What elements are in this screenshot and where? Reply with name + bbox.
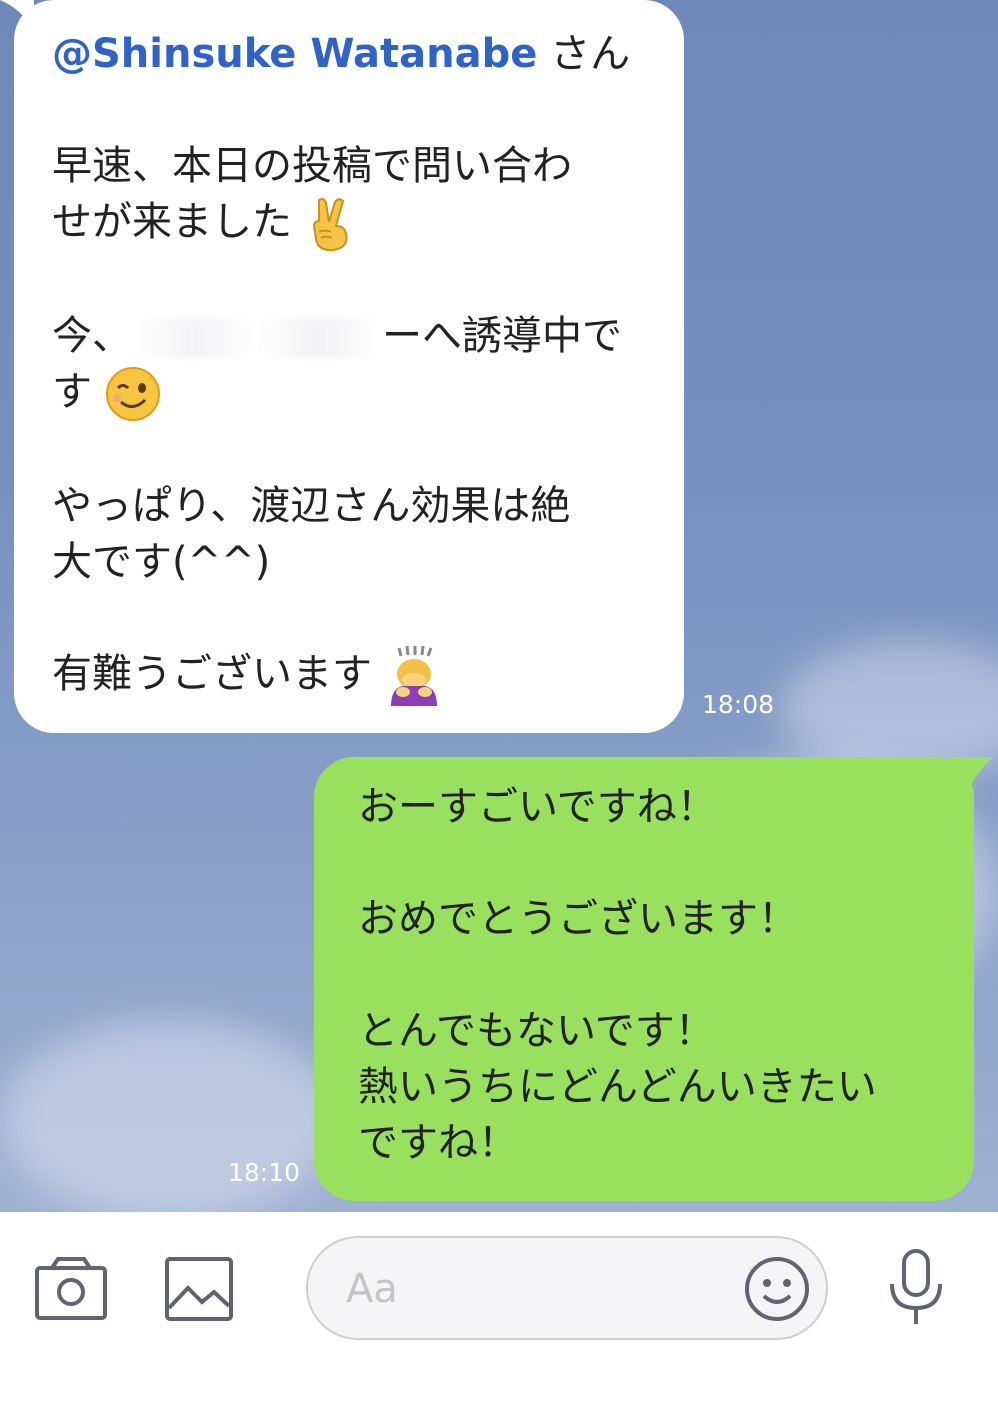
message-text: おーすごいですね！ xyxy=(358,784,717,830)
redacted-text xyxy=(132,318,382,358)
victory-hand-emoji xyxy=(312,198,348,252)
message-text: 大です(^^) xyxy=(52,539,271,585)
message-text: 早速、本日の投稿で問い合わ xyxy=(52,143,572,189)
honorific: さん xyxy=(537,31,631,77)
message-text: おめでとうございます！ xyxy=(358,896,798,942)
message-text-with-emoji: 有難うございます xyxy=(52,646,646,706)
incoming-message-bubble[interactable]: @Shinsuke Watanabe さん 早速、本日の投稿で問い合わ せが来ま… xyxy=(14,0,684,733)
chat-area: @Shinsuke Watanabe さん 早速、本日の投稿で問い合わ せが来ま… xyxy=(0,0,998,1212)
message-timestamp: 18:10 xyxy=(228,1158,301,1187)
image-icon[interactable] xyxy=(164,1256,234,1322)
message-text-with-emoji: せが来ました xyxy=(52,194,646,252)
message-text: 熱いうちにどんどんいきたい xyxy=(358,1064,877,1110)
mention-line: @Shinsuke Watanabe さん xyxy=(52,26,646,82)
message-text: 今、 xyxy=(52,313,132,359)
emoji-icon[interactable] xyxy=(744,1256,810,1322)
user-mention[interactable]: @Shinsuke Watanabe xyxy=(52,31,537,77)
message-text: やっぱり、渡辺さん効果は絶 xyxy=(52,483,571,529)
message-text: せが来ました xyxy=(52,199,292,245)
microphone-icon[interactable] xyxy=(886,1248,946,1326)
message-text: す xyxy=(52,369,92,415)
message-text: とんでもないです！ xyxy=(358,1008,715,1054)
camera-icon[interactable] xyxy=(34,1256,108,1322)
message-input[interactable]: Aa xyxy=(306,1236,828,1340)
message-text: ですね！ xyxy=(358,1120,518,1166)
message-input-placeholder: Aa xyxy=(346,1266,398,1312)
message-timestamp: 18:08 xyxy=(702,690,775,719)
message-text-with-redaction: 今、 ーへ誘導中で xyxy=(52,308,646,364)
outgoing-message-bubble[interactable]: おーすごいですね！ おめでとうございます！ とんでもないです！ 熱いうちにどんど… xyxy=(314,757,974,1201)
message-text: ーへ誘導中で xyxy=(382,313,622,359)
message-text: 有難うございます xyxy=(52,651,372,697)
person-bowing-emoji xyxy=(390,646,437,706)
message-text-with-emoji: す xyxy=(52,364,646,422)
winking-face-emoji xyxy=(105,367,160,421)
